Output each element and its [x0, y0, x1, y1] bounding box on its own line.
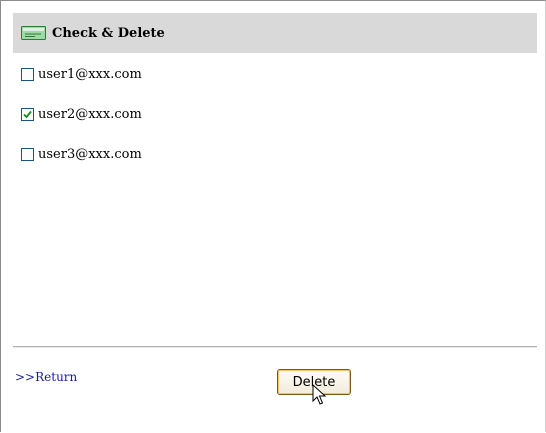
panel-header: Check & Delete — [13, 13, 537, 53]
address-list: user1@xxx.com user2@xxx.com user3@xxx.co… — [21, 63, 142, 184]
return-link[interactable]: >>Return — [15, 370, 77, 384]
checkbox-user1[interactable] — [21, 67, 34, 81]
list-item[interactable]: user3@xxx.com — [21, 144, 142, 164]
list-item-label: user1@xxx.com — [38, 66, 142, 82]
list-item[interactable]: user1@xxx.com — [21, 64, 142, 84]
list-item-label: user3@xxx.com — [38, 146, 142, 162]
checkbox-user2[interactable] — [21, 107, 34, 121]
panel-frame: Check & Delete user1@xxx.com user2@xxx.c… — [0, 0, 546, 432]
checkmark-icon — [23, 110, 32, 118]
list-item[interactable]: user2@xxx.com — [21, 104, 142, 124]
footer-divider — [13, 346, 537, 348]
delete-button[interactable]: Delete — [277, 369, 351, 395]
checkbox-user3[interactable] — [21, 147, 34, 161]
panel-title: Check & Delete — [52, 25, 165, 41]
email-card-icon — [21, 26, 46, 40]
list-item-label: user2@xxx.com — [38, 106, 142, 122]
